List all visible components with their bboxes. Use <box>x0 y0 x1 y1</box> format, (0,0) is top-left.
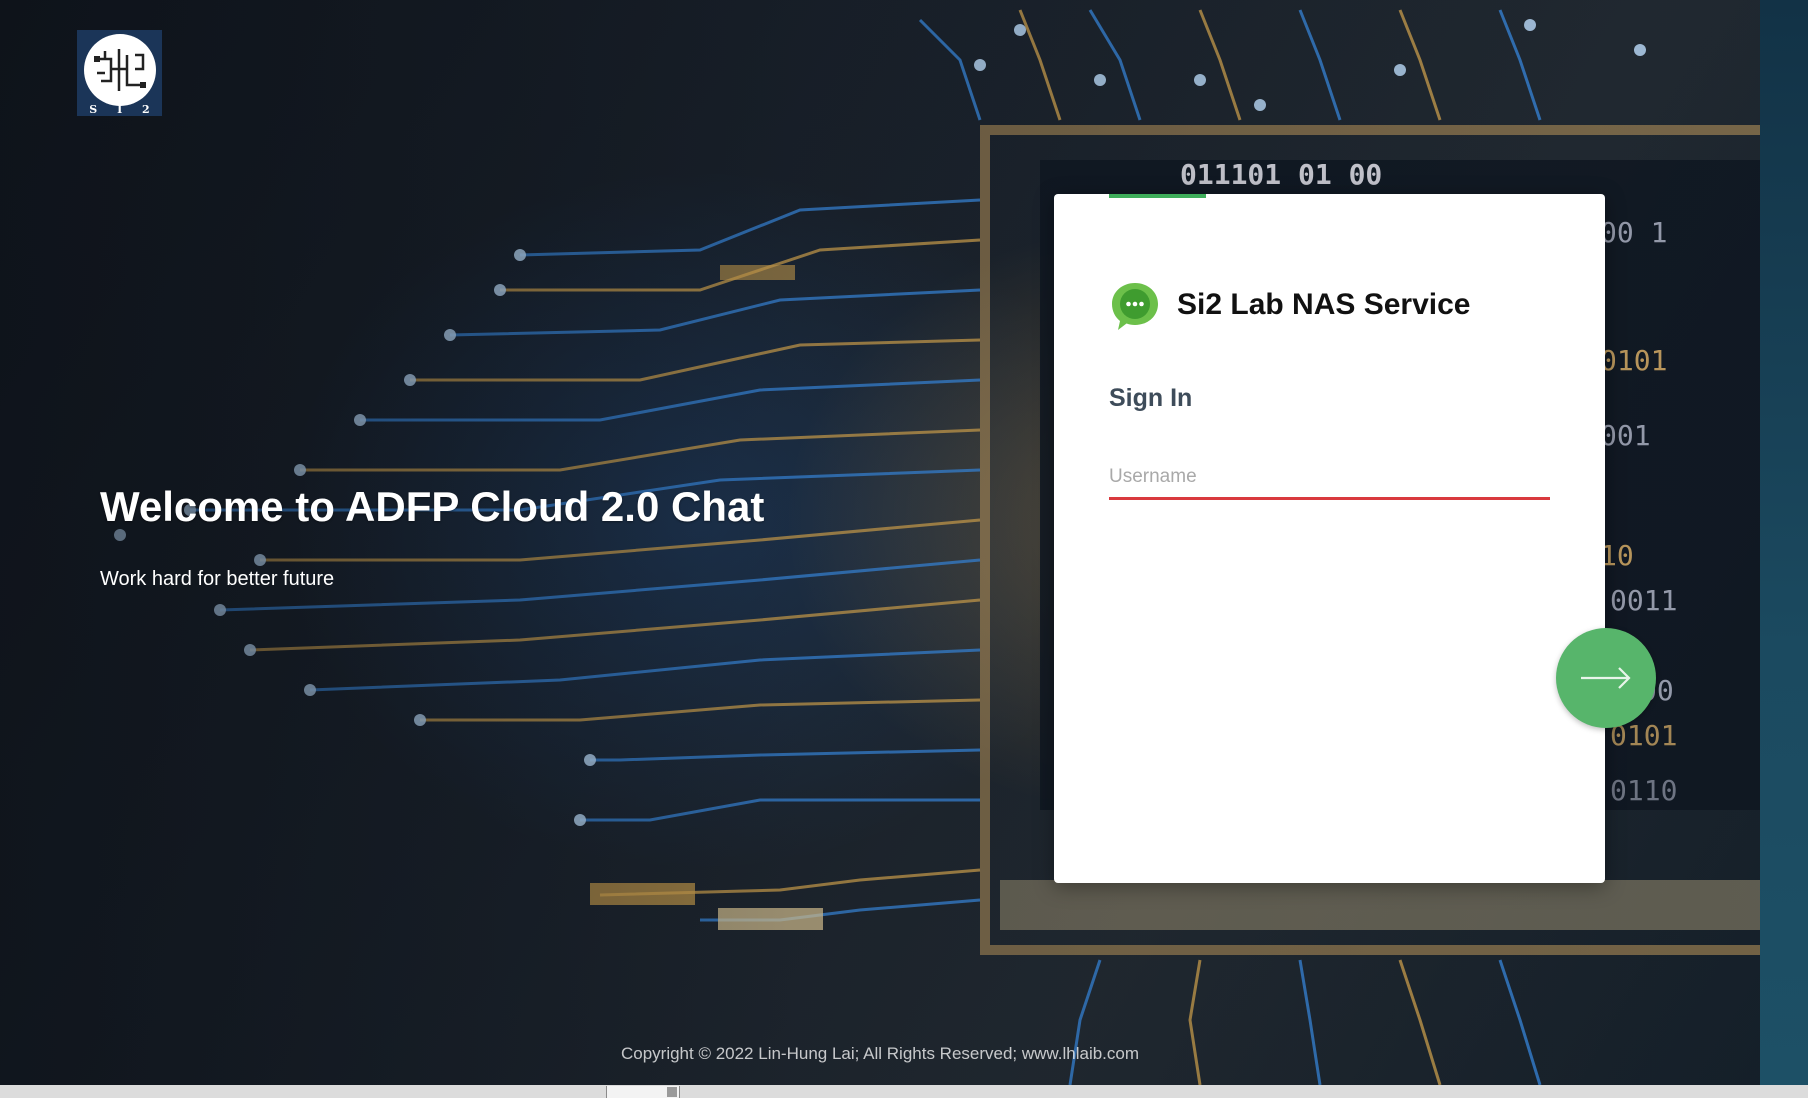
background-side-strip <box>1760 0 1808 1085</box>
service-title: Si2 Lab NAS Service <box>1177 288 1471 321</box>
bottom-scrollbar-track <box>0 1085 1808 1098</box>
sign-in-submit-button[interactable] <box>1556 628 1656 728</box>
username-input[interactable] <box>1109 457 1550 500</box>
sign-in-heading: Sign In <box>1109 384 1193 412</box>
bottom-scrollbar-widget[interactable] <box>606 1086 680 1098</box>
scrollbar-thumb[interactable] <box>667 1087 677 1097</box>
welcome-title: Welcome to ADFP Cloud 2.0 Chat <box>100 483 765 530</box>
logo-letters: S I 2 <box>89 103 158 116</box>
logo-emblem <box>83 34 156 106</box>
chat-bubble-icon <box>1112 283 1158 330</box>
welcome-subtitle: Work hard for better future <box>100 568 335 590</box>
login-card: Si2 Lab NAS Service Sign In <box>1054 194 1605 883</box>
si2-lab-logo: S I 2 <box>77 30 162 116</box>
copyright-text: Copyright © 2022 Lin-Hung Lai; All Right… <box>620 1044 1140 1063</box>
arrow-right-icon <box>1581 667 1631 689</box>
copyright-footer: Copyright © 2022 Lin-Hung Lai; All Right… <box>0 1044 1760 1064</box>
logo-circuit-mark-icon <box>93 49 146 91</box>
card-accent-bar <box>1109 194 1206 198</box>
